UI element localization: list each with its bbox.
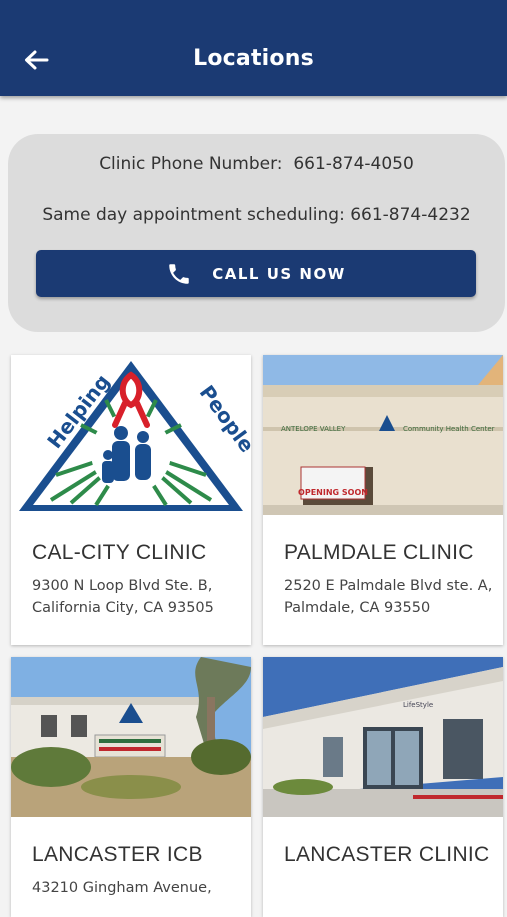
same-day-label: Same day appointment scheduling: [42, 205, 345, 225]
page-title: Locations [193, 46, 314, 71]
svg-text:LifeStyle: LifeStyle [403, 701, 433, 709]
location-name: CAL-CITY CLINIC [32, 541, 207, 564]
contact-info-card: Clinic Phone Number: 661-874-4050 Same d… [8, 134, 505, 332]
lancaster-icb-photo [11, 657, 251, 817]
palmdale-clinic-photo: ANTELOPE VALLEY Community Health Center … [263, 355, 503, 515]
location-name: PALMDALE CLINIC [284, 541, 474, 564]
location-card-palmdale[interactable]: ANTELOPE VALLEY Community Health Center … [263, 355, 503, 645]
same-day-phone-number[interactable]: 661-874-4232 [350, 205, 470, 225]
opening-soon-sign: OPENING SOON [298, 488, 368, 497]
location-address: 43210 Gingham Avenue, [32, 880, 212, 896]
location-address: 2520 E Palmdale Blvd ste. A, Palmdale, C… [284, 578, 493, 616]
location-card-cal-city[interactable]: Helping People CAL-CITY CLINIC 9300 N Lo… [11, 355, 251, 645]
location-card-lancaster-icb[interactable]: LANCASTER ICB 43210 Gingham Avenue, [11, 657, 251, 917]
phone-icon [169, 263, 189, 284]
clinic-phone-line: Clinic Phone Number: 661-874-4050 [8, 154, 505, 174]
location-address: 9300 N Loop Blvd Ste. B, California City… [32, 578, 214, 616]
call-us-now-button[interactable]: CALL US NOW [36, 250, 476, 297]
svg-text:ANTELOPE VALLEY: ANTELOPE VALLEY [281, 425, 346, 433]
svg-text:Community Health Center: Community Health Center [403, 425, 495, 433]
lancaster-clinic-photo: LifeStyle [263, 657, 503, 817]
same-day-line: Same day appointment scheduling: 661-874… [8, 205, 505, 225]
clinic-phone-label: Clinic Phone Number: [99, 154, 283, 174]
clinic-phone-number[interactable]: 661-874-4050 [293, 154, 413, 174]
location-name: LANCASTER CLINIC [284, 843, 490, 866]
app-bar: Locations [0, 0, 507, 96]
call-us-now-label: CALL US NOW [212, 264, 346, 283]
location-card-lancaster-clinic[interactable]: LifeStyle LANCASTER CLINIC [263, 657, 503, 917]
location-name: LANCASTER ICB [32, 843, 203, 866]
helping-people-logo: Helping People [11, 355, 251, 515]
